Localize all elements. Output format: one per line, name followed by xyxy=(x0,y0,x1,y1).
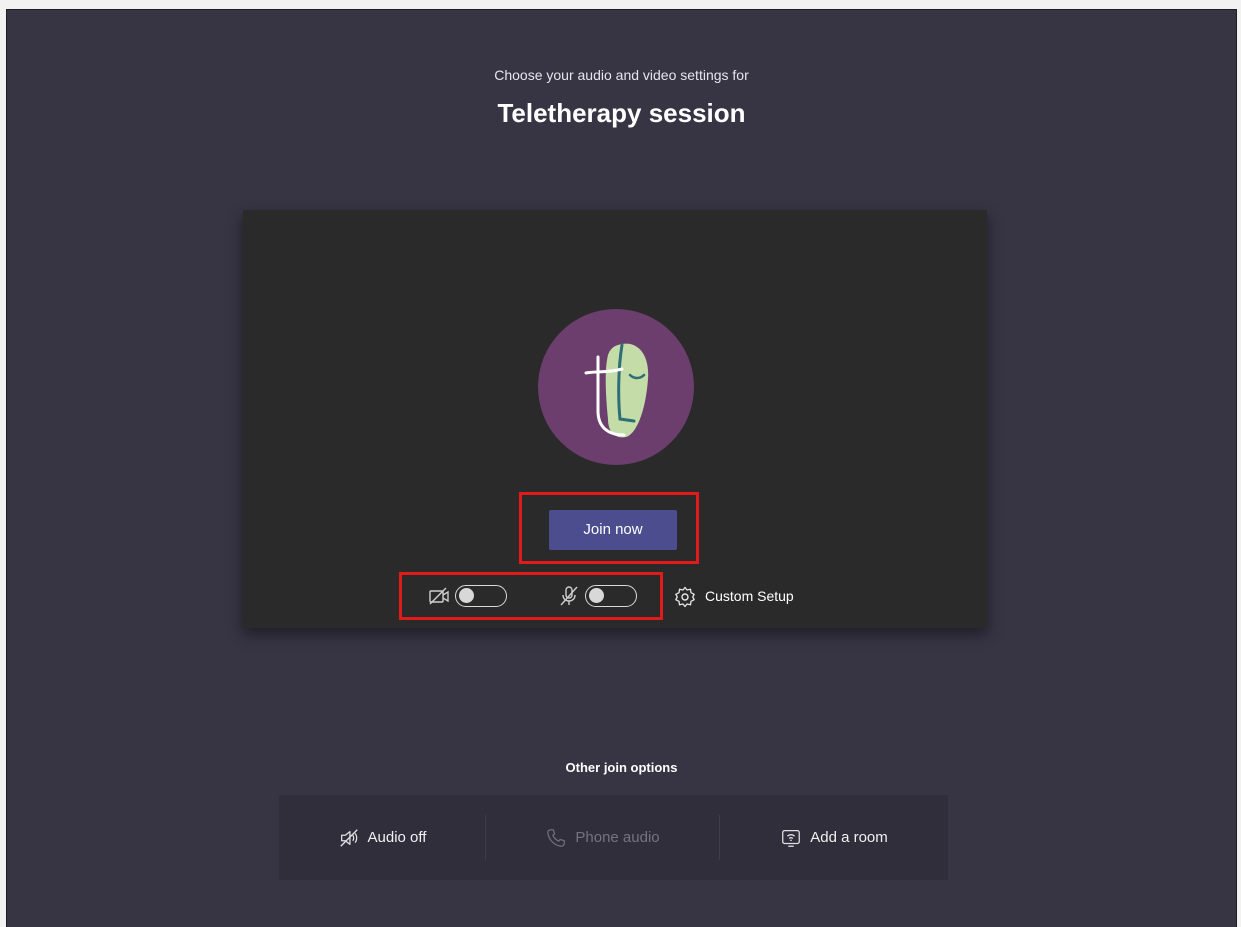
join-screen: Choose your audio and video settings for… xyxy=(6,9,1237,927)
video-preview: Join now Custom Setup xyxy=(243,210,987,628)
join-now-button[interactable]: Join now xyxy=(549,510,677,550)
audio-off-option[interactable]: Audio off xyxy=(279,795,485,880)
settings-subtitle: Choose your audio and video settings for xyxy=(494,67,749,83)
audio-toggle[interactable] xyxy=(585,585,637,607)
audio-off-label: Audio off xyxy=(367,829,427,846)
camera-off-icon xyxy=(429,587,449,605)
add-a-room-label: Add a room xyxy=(810,829,888,846)
custom-setup-label: Custom Setup xyxy=(705,588,794,604)
add-a-room-option[interactable]: Add a room xyxy=(720,795,948,880)
video-control xyxy=(427,584,527,608)
gear-icon xyxy=(675,586,695,608)
other-join-options-bar: Audio off Phone audio Add a room xyxy=(279,795,948,880)
video-toggle[interactable] xyxy=(455,585,507,607)
video-toggle-knob xyxy=(459,588,474,603)
audio-toggle-knob xyxy=(589,588,604,603)
meeting-title: Teletherapy session xyxy=(497,98,746,128)
mic-off-icon xyxy=(560,586,578,606)
cast-room-icon xyxy=(782,829,801,847)
other-join-options-heading: Other join options xyxy=(565,760,678,775)
avatar-logo-icon xyxy=(584,343,649,438)
phone-audio-option[interactable]: Phone audio xyxy=(486,795,719,880)
speaker-off-icon xyxy=(339,828,358,847)
avatar xyxy=(538,309,694,465)
phone-audio-label: Phone audio xyxy=(575,829,660,846)
audio-control xyxy=(557,584,657,608)
phone-icon xyxy=(547,828,566,847)
